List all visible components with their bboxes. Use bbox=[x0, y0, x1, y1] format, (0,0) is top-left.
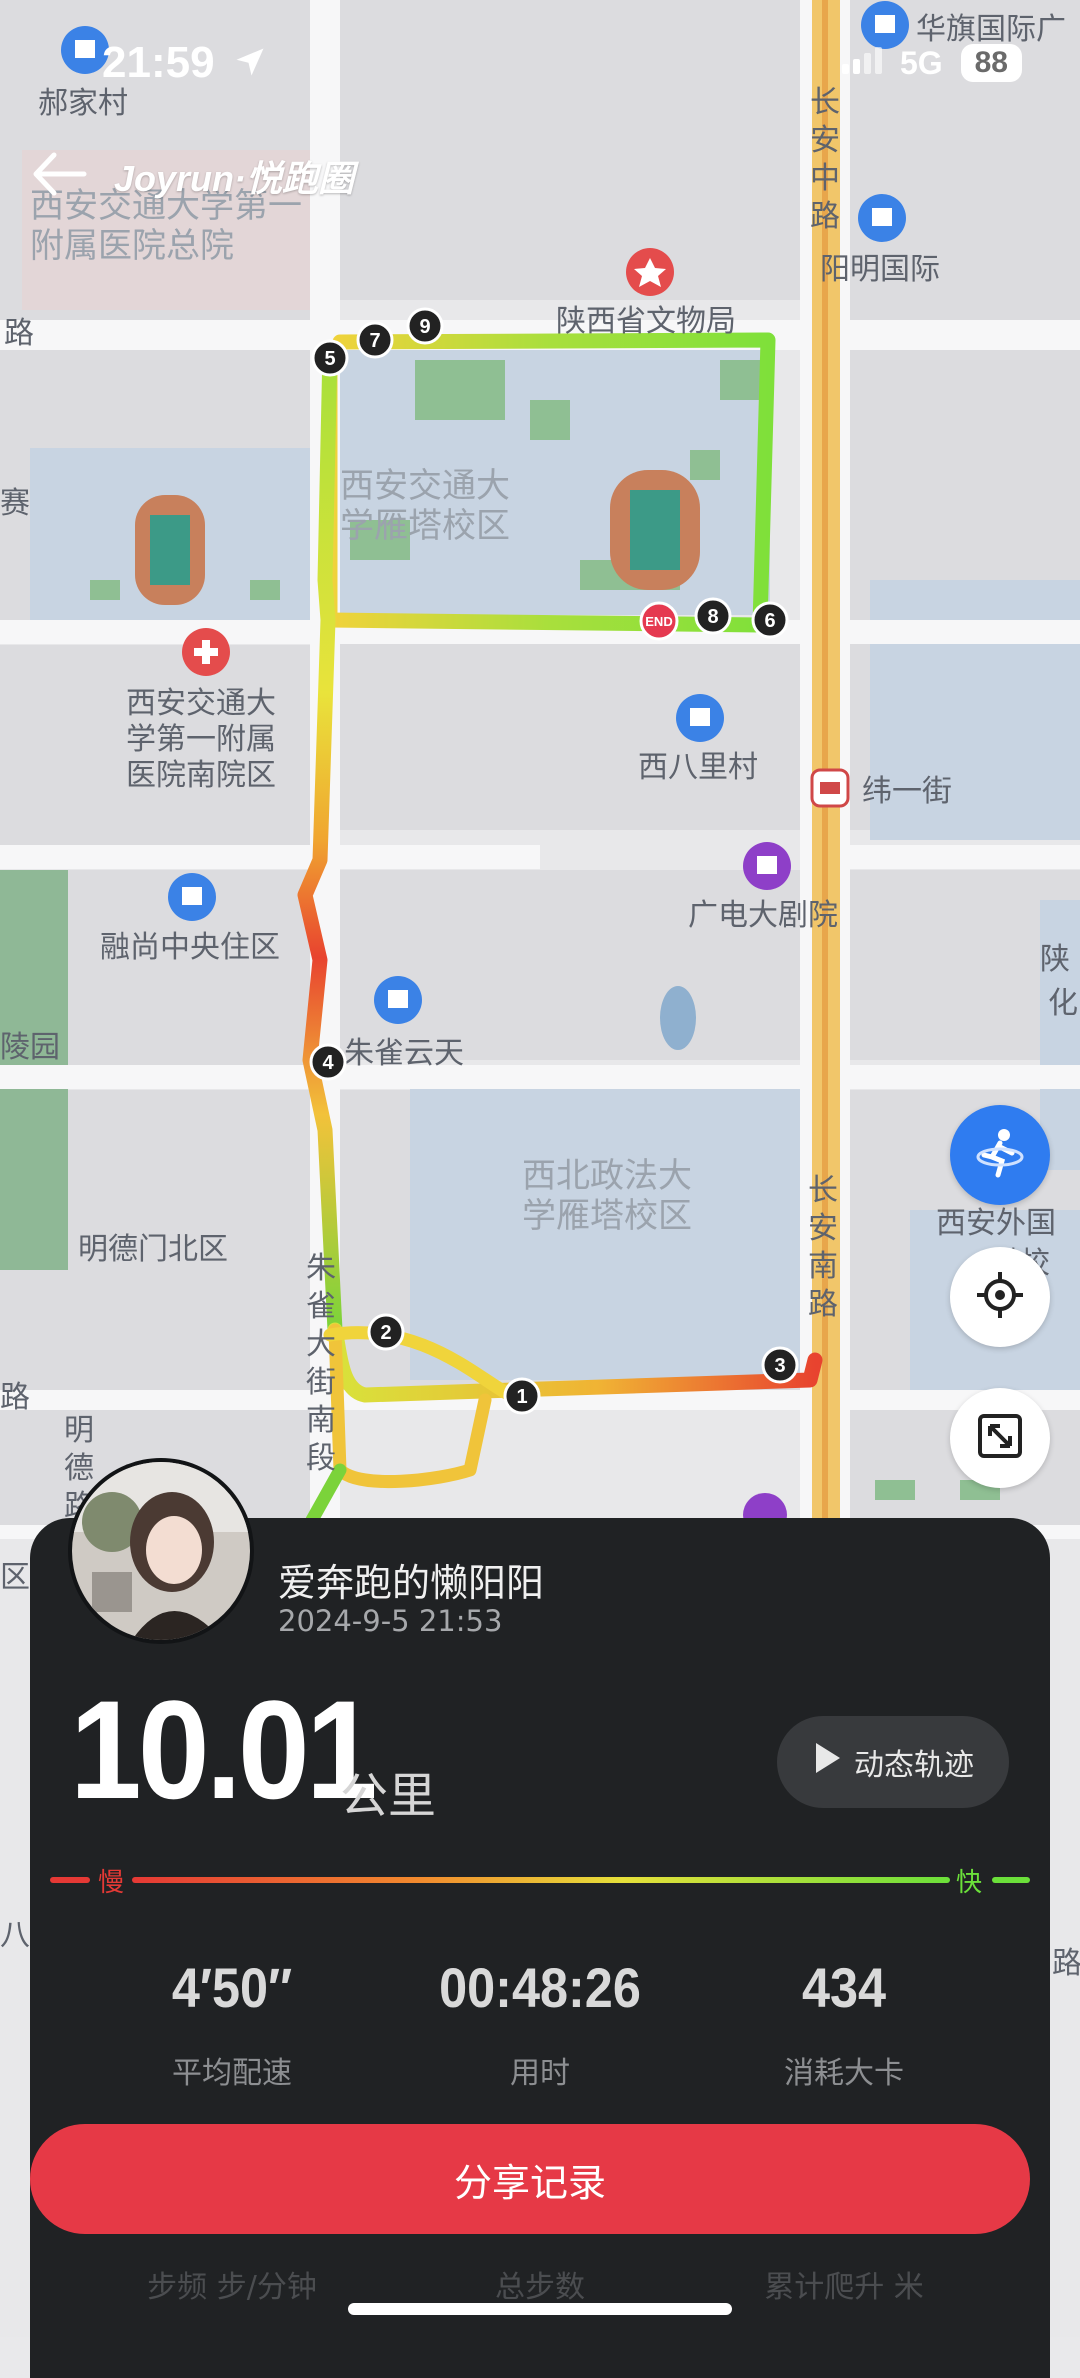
stat-label: 消耗大卡 bbox=[784, 2056, 904, 2091]
cadence-label: 步频 步/分钟 bbox=[147, 2270, 317, 2305]
fast-label: 快 bbox=[956, 1868, 983, 1898]
km-marker-label: 4 bbox=[322, 1052, 334, 1074]
map-label: 西安交通大学第一附属医院南院区 bbox=[126, 686, 276, 793]
km-marker[interactable]: 9 bbox=[405, 306, 445, 350]
status-bar: 21:59 5G 88 bbox=[0, 0, 1080, 130]
share-record-button[interactable]: 分享记录 bbox=[30, 2124, 1030, 2234]
map-label: 路 bbox=[1052, 1946, 1080, 1981]
stat-value: 434 bbox=[801, 1956, 887, 2019]
run-summary-panel bbox=[30, 1518, 1050, 2378]
km-marker[interactable]: 4 bbox=[308, 1042, 348, 1086]
play-icon bbox=[812, 1741, 842, 1783]
map-label: 广电大剧院 bbox=[688, 898, 838, 933]
map-label: 西北政法大学雁塔校区 bbox=[522, 1156, 692, 1236]
km-marker-label: 1 bbox=[516, 1386, 527, 1408]
location-arrow-icon bbox=[232, 44, 268, 84]
map-label: 长安南路 bbox=[808, 1173, 838, 1322]
stat-value: 00:48:26 bbox=[439, 1956, 641, 2019]
poi-pin bbox=[182, 628, 230, 676]
battery-level: 88 bbox=[960, 44, 1022, 82]
km-marker[interactable]: 7 bbox=[355, 320, 395, 364]
map-label: 西八里村 bbox=[638, 750, 758, 785]
km-marker[interactable]: 3 bbox=[760, 1345, 800, 1389]
elevation-label: 累计爬升 米 bbox=[764, 2270, 924, 2305]
map-label: 陕 bbox=[1040, 942, 1070, 977]
poi-pin bbox=[626, 248, 674, 296]
stat-label: 平均配速 bbox=[172, 2056, 292, 2091]
network-type: 5G bbox=[899, 44, 943, 81]
app-brand: Joyrun·悦跑圈 bbox=[114, 158, 355, 199]
header: Joyrun·悦跑圈 bbox=[30, 150, 354, 202]
map-label: 融尚中央住区 bbox=[100, 930, 280, 965]
expand-icon bbox=[976, 1412, 1024, 1464]
poi-pin bbox=[858, 194, 906, 242]
km-marker[interactable]: 8 bbox=[693, 596, 733, 640]
speed-legend: 慢 快 bbox=[50, 1868, 1030, 1898]
stat-duration: 00:48:26 用时 bbox=[380, 1955, 700, 2092]
km-marker-label: 2 bbox=[380, 1322, 391, 1344]
map-label: 朱雀大街南段 bbox=[306, 1251, 336, 1476]
km-marker[interactable]: 5 bbox=[310, 338, 350, 382]
slow-label: 慢 bbox=[98, 1868, 125, 1898]
map-label: 路 bbox=[4, 316, 34, 351]
run-date: 2024-9-5 21:53 bbox=[278, 1604, 503, 1638]
km-marker-label: 6 bbox=[764, 610, 775, 632]
poi-pin bbox=[810, 768, 850, 808]
expand-map-button[interactable] bbox=[950, 1388, 1050, 1488]
run-mode-icon bbox=[970, 1123, 1030, 1187]
km-marker[interactable]: 6 bbox=[750, 600, 790, 644]
stat-avg-pace: 4′50″ 平均配速 bbox=[72, 1955, 392, 2092]
map-label: 阳明国际 bbox=[820, 252, 940, 287]
poi-pin bbox=[676, 694, 724, 742]
poi-pin bbox=[374, 976, 422, 1024]
km-marker[interactable]: 1 bbox=[502, 1376, 542, 1420]
distance-unit: 公里 bbox=[340, 1768, 437, 1824]
total-steps-label: 总步数 bbox=[495, 2270, 585, 2305]
poi-pin bbox=[743, 842, 791, 890]
stat-calories: 434 消耗大卡 bbox=[684, 1955, 1004, 2092]
map-label: 陕西省文物局 bbox=[556, 304, 736, 339]
replay-label: 动态轨迹 bbox=[854, 1748, 974, 1783]
status-time: 21:59 bbox=[102, 38, 215, 87]
avatar[interactable] bbox=[68, 1458, 254, 1644]
distance-value: 10.01 bbox=[70, 1671, 378, 1828]
map-label: 赛 bbox=[0, 486, 30, 521]
map-label: 路 bbox=[0, 1380, 30, 1415]
stat-value: 4′50″ bbox=[171, 1956, 293, 2019]
locate-button[interactable] bbox=[950, 1247, 1050, 1347]
user-name: 爱奔跑的懒阳阳 bbox=[278, 1561, 545, 1605]
km-marker-label: 7 bbox=[369, 330, 380, 352]
map-label: 陵园 bbox=[0, 1030, 60, 1065]
locate-icon bbox=[975, 1270, 1025, 1324]
map-label: 西安交通大学雁塔校区 bbox=[340, 466, 510, 546]
map-label: 西安外国 bbox=[936, 1206, 1056, 1241]
home-indicator[interactable] bbox=[348, 2303, 732, 2315]
back-arrow-icon[interactable] bbox=[30, 151, 88, 201]
map-label: 明德门北区 bbox=[78, 1232, 228, 1267]
km-marker-label: 8 bbox=[707, 606, 718, 628]
km-marker-label: 5 bbox=[324, 348, 335, 370]
km-marker[interactable]: 2 bbox=[366, 1312, 406, 1356]
map-label: 化 bbox=[1048, 986, 1078, 1021]
signal-icon bbox=[840, 46, 882, 80]
end-marker-label: END bbox=[645, 614, 672, 629]
replay-track-button[interactable]: 动态轨迹 bbox=[777, 1716, 1009, 1808]
km-marker-label: 3 bbox=[774, 1355, 785, 1377]
run-mode-button[interactable] bbox=[950, 1105, 1050, 1205]
map-label: 八 bbox=[0, 1918, 30, 1953]
stat-label: 用时 bbox=[510, 2056, 570, 2091]
end-marker[interactable]: END bbox=[638, 600, 680, 646]
map-label: 朱雀云天 bbox=[344, 1036, 464, 1071]
map-label: 区 bbox=[0, 1560, 30, 1595]
map-label: 纬一街 bbox=[862, 774, 952, 809]
km-marker-label: 9 bbox=[419, 316, 430, 338]
poi-pin bbox=[168, 873, 216, 921]
